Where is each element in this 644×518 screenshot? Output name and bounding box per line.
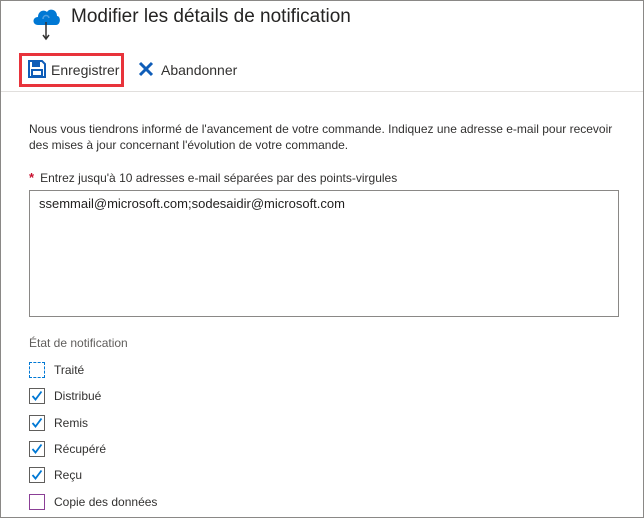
checkbox-traite[interactable] [29,362,45,378]
close-icon [137,60,155,81]
checkbox-remis[interactable] [29,415,45,431]
checkmark-icon [31,417,43,428]
checkbox-label: Récupéré [54,442,107,456]
checkbox-label: Reçu [54,468,83,482]
checkbox-row-recu[interactable]: Reçu [29,465,82,485]
discard-button[interactable]: Abandonner [135,53,237,87]
checkbox-label: Copie des données [54,495,158,509]
required-marker: * [29,170,35,185]
checkbox-row-traite[interactable]: Traité [29,360,84,380]
checkmark-icon [31,443,43,454]
checkmark-icon [31,390,43,401]
notification-panel: Modifier les détails de notification Enr… [0,0,644,518]
command-bar: Enregistrer Abandonner [1,47,643,91]
save-button[interactable]: Enregistrer [19,53,124,87]
checkbox-recupere[interactable] [29,441,45,457]
checkbox-recu[interactable] [29,467,45,483]
toolbar-divider [1,91,643,92]
save-icon [27,59,47,82]
discard-button-label: Abandonner [161,62,238,78]
panel-title: Modifier les détails de notification [71,6,351,27]
checkbox-row-remis[interactable]: Remis [29,413,88,433]
description-text: Nous vous tiendrons informé de l'avancem… [29,122,613,152]
cloud-upload-icon [30,5,62,41]
checkbox-row-recupere[interactable]: Récupéré [29,439,106,459]
email-field[interactable]: ssemmail@microsoft.com;sodesaidir@micros… [29,190,619,317]
checkmark-icon [31,469,43,480]
checkbox-label: Traité [54,363,85,377]
checkbox-row-copie-des-donnees[interactable]: Copie des données [29,492,157,512]
checkbox-distribue[interactable] [29,388,45,404]
notification-status-title: État de notification [29,336,128,350]
save-button-label: Enregistrer [51,62,120,78]
title-bar: Modifier les détails de notification [1,1,643,41]
checkbox-label: Distribué [54,389,102,403]
checkbox-label: Remis [54,416,89,430]
checkbox-row-distribue[interactable]: Distribué [29,386,101,406]
checkbox-copie-des-donnees[interactable] [29,494,45,510]
email-field-label: * Entrez jusqu'à 10 adresses e-mail sépar… [29,170,397,185]
email-label-text: Entrez jusqu'à 10 adresses e-mail séparé… [40,171,398,185]
